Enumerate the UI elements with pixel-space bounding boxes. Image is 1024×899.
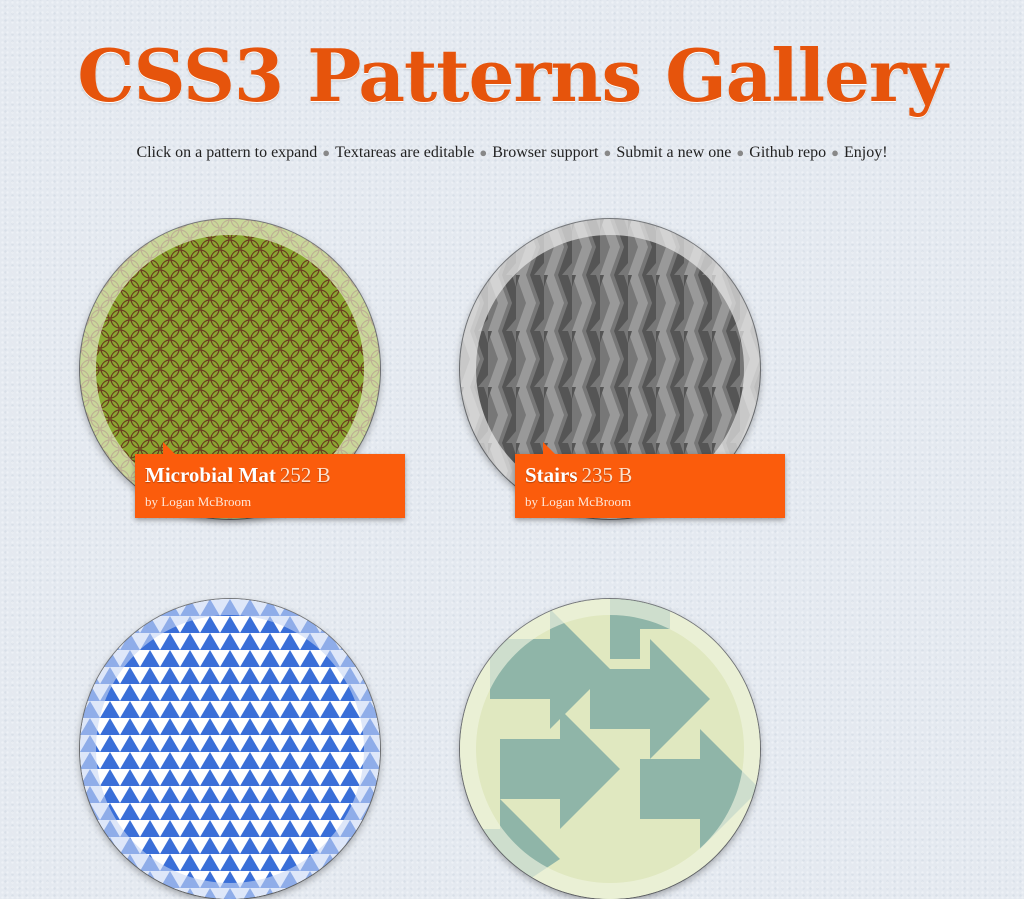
pattern-size: 252 B — [279, 463, 331, 487]
nav-separator: ● — [736, 145, 745, 160]
nav-separator: ● — [603, 145, 612, 160]
page-title: CSS3 Patterns Gallery — [77, 33, 947, 118]
nav-item-expand-hint: Click on a pattern to expand — [136, 144, 318, 161]
nav-separator: ● — [831, 145, 839, 160]
nav-item-enjoy: Enjoy! — [844, 144, 888, 161]
arrows-pattern[interactable] — [460, 599, 760, 899]
pattern-size: 235 B — [581, 463, 633, 487]
pattern-card-triangles[interactable] — [80, 599, 380, 899]
nav-separator: ● — [322, 145, 331, 160]
pattern-card-arrows[interactable] — [460, 599, 760, 899]
pattern-card-stairs[interactable]: Stairs 235 B by Logan McBroom — [460, 219, 785, 519]
browser-support-link[interactable]: Browser support — [492, 144, 598, 162]
pattern-author: by Logan McBroom — [525, 494, 632, 509]
pattern-name: Stairs — [525, 463, 578, 487]
nav-bar: Click on a pattern to expand ● Textareas a… — [0, 141, 1024, 165]
pattern-name: Microbial Mat — [145, 463, 276, 487]
pattern-author: by Logan McBroom — [145, 494, 252, 509]
github-repo-link[interactable]: Github repo — [749, 144, 826, 162]
pattern-card-microbial-mat[interactable]: Microbial Mat 252 B by Logan McBroom — [80, 219, 405, 519]
triangles-pattern[interactable] — [80, 599, 380, 899]
nav-item-editable-hint: Textareas are editable — [335, 144, 475, 161]
pattern-label[interactable]: Microbial Mat 252 B by Logan McBroom — [135, 442, 405, 518]
pattern-label[interactable]: Stairs 235 B by Logan McBroom — [515, 442, 785, 518]
submit-new-link[interactable]: Submit a new one — [616, 144, 731, 162]
nav-separator: ● — [479, 145, 488, 160]
